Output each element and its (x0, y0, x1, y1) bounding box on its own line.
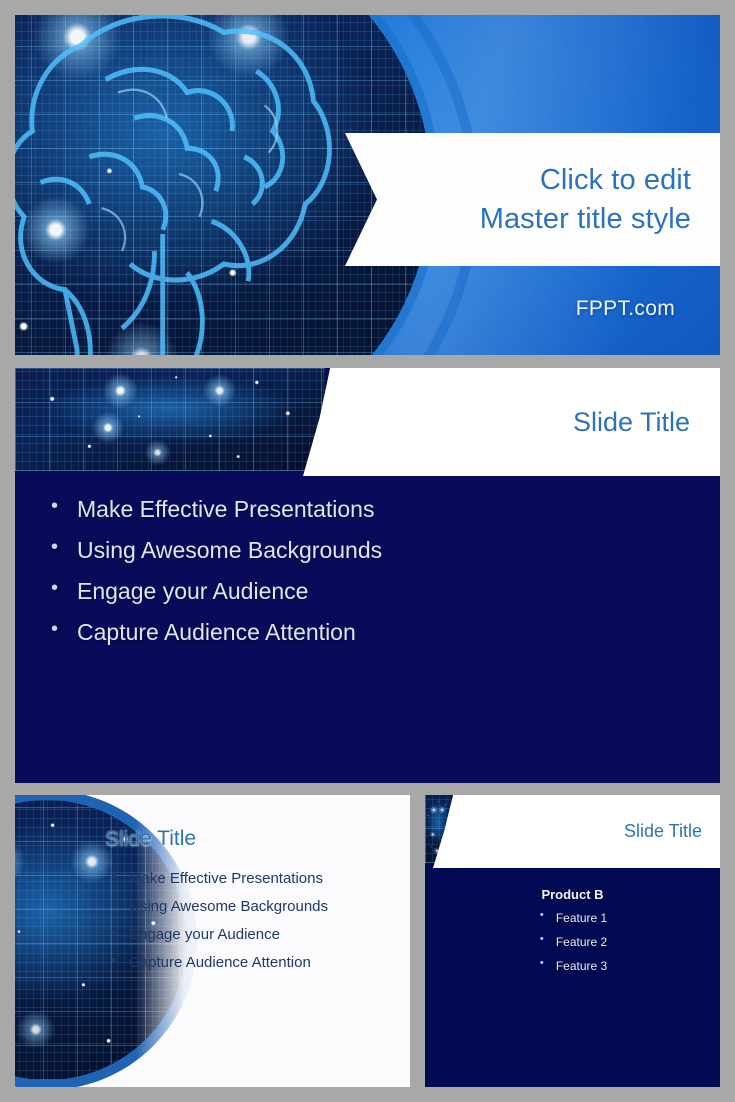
slide-3-title: Slide Title (105, 827, 197, 850)
glow-dots (15, 15, 431, 355)
slide-2-title-banner[interactable]: Slide Title (303, 368, 720, 476)
list-item: Engage your Audience (45, 578, 720, 603)
list-item: Engage your Audience (107, 925, 396, 942)
slide-1-title-banner[interactable]: Click to edit Master title style (345, 133, 720, 266)
brain-circuit-disc-image (15, 15, 431, 355)
slide-4-title: Slide Title (623, 821, 702, 841)
list-item: Make Effective Presentations (107, 869, 396, 886)
slide-1-title-line-2: Master title style (479, 202, 691, 235)
list-item: Using Awesome Backgrounds (45, 537, 720, 562)
slide-1-title-slide[interactable]: Click to edit Master title style FPPT.co… (15, 15, 720, 355)
list-item: Make Effective Presentations (45, 496, 720, 521)
slide-thumbnail-deck: Click to edit Master title style FPPT.co… (0, 0, 735, 1102)
bullet-list: Make Effective Presentations Using Aweso… (107, 869, 396, 970)
feature-list: Feature 1 Feature 2 Feature 3 (538, 910, 607, 984)
slide-4-product-slide[interactable]: Slide Title Product B Feature 1 Feature … (425, 795, 720, 1087)
list-item: Capture Audience Attention (107, 953, 396, 970)
glow-dots (15, 368, 325, 471)
list-item: Feature 3 (538, 958, 607, 972)
product-heading: Product B (541, 887, 604, 902)
slide-2-content-slide[interactable]: Slide Title Make Effective Presentations… (15, 368, 720, 783)
slide-3-bullet-list[interactable]: Make Effective Presentations Using Aweso… (107, 869, 396, 983)
slide-4-content[interactable]: Product B Feature 1 Feature 2 Feature 3 (425, 887, 720, 984)
list-item: Using Awesome Backgrounds (107, 897, 396, 914)
slide-4-title-banner[interactable]: Slide Title (433, 795, 720, 868)
slide-3-light-content-slide[interactable]: Slide Title Make Effective Presentations… (15, 795, 410, 1087)
brand-label: FPPT.com (575, 297, 675, 320)
slide-1-title-line-1: Click to edit (539, 163, 691, 196)
bullet-list: Make Effective Presentations Using Aweso… (45, 496, 720, 644)
list-item: Capture Audience Attention (45, 619, 720, 644)
slide-2-bullet-list[interactable]: Make Effective Presentations Using Aweso… (15, 476, 720, 783)
slide-2-title: Slide Title (572, 406, 690, 437)
slide-2-header-image-strip (15, 368, 325, 471)
list-item: Feature 1 (538, 910, 607, 924)
list-item: Feature 2 (538, 934, 607, 948)
